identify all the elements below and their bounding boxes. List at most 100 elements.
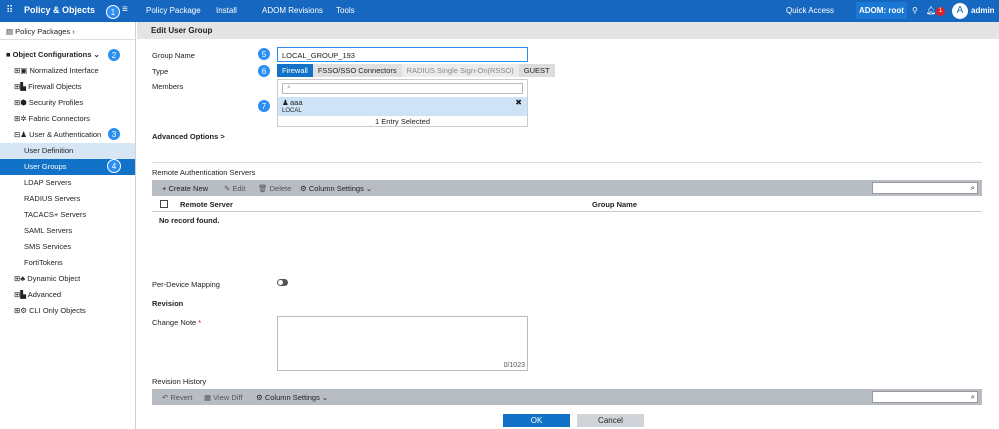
sidebar-item-ldap-servers[interactable]: LDAP Servers — [0, 175, 135, 191]
user-menu[interactable]: admin — [971, 6, 995, 15]
revision-column-settings-button[interactable]: ⚙ Column Settings ⌄ — [256, 393, 328, 402]
label: Firewall Objects — [28, 82, 82, 91]
sidebar-item-security-profiles[interactable]: ⊞⬢ Security Profiles — [0, 95, 135, 111]
label: User & Authentication — [29, 130, 102, 139]
label: View Diff — [213, 393, 243, 402]
remote-auth-title: Remote Authentication Servers — [152, 168, 256, 177]
notification-count: 1 — [936, 7, 945, 16]
sidebar-item-radius-servers[interactable]: RADIUS Servers — [0, 191, 135, 207]
remote-search-input[interactable]: ⌕ — [872, 182, 978, 194]
label: Policy Packages — [15, 27, 71, 36]
adom-selector[interactable]: ADOM: root — [856, 2, 907, 19]
revision-history-title: Revision History — [152, 377, 207, 386]
empty-message: No record found. — [159, 216, 220, 225]
bell-icon[interactable]: 🔔︎ — [926, 6, 936, 15]
selected-count: 1 Entry Selected — [374, 117, 431, 126]
sidebar-item-normalized-interface[interactable]: ⊞▣ Normalized Interface — [0, 63, 135, 79]
divider — [152, 162, 982, 163]
label: Column Settings — [264, 393, 320, 402]
menu-adom-revisions[interactable]: ADOM Revisions — [262, 6, 323, 15]
type-firewall[interactable]: Firewall — [277, 64, 313, 77]
search-icon: ⌕ — [970, 392, 975, 401]
avatar[interactable]: A — [952, 3, 968, 19]
label: Object Configurations — [12, 50, 92, 59]
type-fsso[interactable]: FSSO/SSO Connectors — [312, 64, 402, 77]
group-name-input[interactable]: LOCAL_GROUP_193 — [277, 47, 528, 62]
label: Column Settings — [308, 184, 364, 193]
step-badge-1: 1 — [106, 5, 120, 19]
sidebar-item-sms-services[interactable]: SMS Services — [0, 239, 135, 255]
advanced-options-toggle[interactable]: Advanced Options > — [152, 132, 225, 141]
remote-toolbar: + Create New ✎ Edit 🗑︎ Delete ⚙ Column S… — [152, 180, 982, 196]
members-selector: ⌕ ♟ aaa LOCAL ✖ 1 Entry Selected — [277, 79, 528, 127]
ok-button[interactable]: OK — [503, 414, 570, 427]
type-rsso[interactable]: RADIUS Single Sign-On(RSSO) — [401, 64, 519, 77]
label: Security Profiles — [28, 98, 84, 107]
menu-install[interactable]: Install — [216, 6, 237, 15]
sidebar-item-dynamic-object[interactable]: ⊞♣ Dynamic Object — [0, 271, 135, 287]
change-note-textarea[interactable]: 0/1023 — [277, 316, 528, 371]
menu-tools[interactable]: Tools — [336, 6, 355, 15]
label: Edit — [232, 184, 246, 193]
module-menu[interactable]: Policy & Objects — [24, 5, 95, 15]
step-badge-5: 5 — [257, 47, 271, 61]
label: Change Note — [152, 318, 197, 327]
step-badge-2: 2 — [107, 48, 121, 62]
step-badge-4: 4 — [107, 159, 121, 173]
member-entry[interactable]: ♟ aaa LOCAL ✖ — [278, 97, 527, 116]
label: Revert — [170, 393, 193, 402]
col-group-name[interactable]: Group Name — [592, 200, 637, 209]
type-selector: Firewall FSSO/SSO Connectors RADIUS Sing… — [277, 64, 555, 77]
sidebar-item-fortitokens[interactable]: FortiTokens — [0, 255, 135, 271]
per-device-mapping-label: Per-Device Mapping — [152, 280, 220, 289]
search-icon: ⌕ — [970, 183, 975, 192]
remove-member-icon[interactable]: ✖ — [515, 98, 522, 107]
group-name-label: Group Name — [152, 51, 195, 60]
sidebar-item-saml-servers[interactable]: SAML Servers — [0, 223, 135, 239]
members-label: Members — [152, 82, 184, 91]
change-note-label: Change Note * — [152, 318, 202, 327]
sidebar-item-tacacs-servers[interactable]: TACACS+ Servers — [0, 207, 135, 223]
column-settings-button[interactable]: ⚙ Column Settings ⌄ — [300, 184, 372, 193]
col-remote-server[interactable]: Remote Server — [180, 200, 233, 209]
sidebar-item-fabric-connectors[interactable]: ⊞✲ Fabric Connectors — [0, 111, 135, 127]
page-title: Edit User Group — [137, 22, 999, 39]
sidebar-item-advanced[interactable]: ⊞▙ Advanced — [0, 287, 135, 303]
revision-title: Revision — [152, 299, 184, 308]
label: Advanced — [27, 290, 62, 299]
quick-access-menu[interactable]: Quick Access — [786, 6, 834, 15]
apps-grid-icon[interactable]: ⠿ — [6, 5, 13, 16]
top-bar: ⠿ Policy & Objects ≡ Policy Package Inst… — [0, 0, 999, 22]
label: Normalized Interface — [29, 66, 99, 75]
view-diff-button[interactable]: ▦ View Diff — [204, 393, 243, 402]
hamburger-icon[interactable]: ≡ — [122, 4, 128, 15]
step-badge-7: 7 — [257, 99, 271, 113]
menu-policy-package[interactable]: Policy Package — [146, 6, 201, 15]
table-header: Remote Server Group Name — [152, 197, 982, 212]
select-all-checkbox[interactable] — [160, 200, 168, 208]
sidebar-item-cli-only-objects[interactable]: ⊞⚙ CLI Only Objects — [0, 303, 135, 319]
edit-button[interactable]: ✎ Edit — [224, 184, 245, 193]
label: Fabric Connectors — [28, 114, 90, 123]
user-group-icon: ♟ — [282, 98, 289, 107]
create-new-button[interactable]: + Create New — [162, 184, 208, 193]
type-guest[interactable]: GUEST — [518, 64, 555, 77]
member-name: aaa — [290, 98, 303, 107]
type-label: Type — [152, 67, 169, 76]
label: Delete — [269, 184, 292, 193]
sidebar-item-user-definition[interactable]: User Definition — [0, 143, 135, 159]
sidebar: ▤ Policy Packages › ■ Object Configurati… — [0, 22, 136, 429]
per-device-mapping-toggle[interactable] — [277, 279, 288, 286]
step-badge-3: 3 — [107, 127, 121, 141]
sidebar-policy-packages[interactable]: ▤ Policy Packages › — [0, 24, 135, 40]
delete-button[interactable]: 🗑︎ Delete — [258, 184, 291, 193]
revision-search-input[interactable]: ⌕ — [872, 391, 978, 403]
label: CLI Only Objects — [29, 306, 86, 315]
label: Dynamic Object — [27, 274, 81, 283]
revision-toolbar: ↶ Revert ▦ View Diff ⚙ Column Settings ⌄… — [152, 389, 982, 405]
members-search-input[interactable]: ⌕ — [282, 83, 523, 94]
sidebar-item-firewall-objects[interactable]: ⊞▙ Firewall Objects — [0, 79, 135, 95]
revert-button[interactable]: ↶ Revert — [162, 393, 192, 402]
wrench-icon[interactable]: ⚲ — [912, 6, 918, 15]
cancel-button[interactable]: Cancel — [577, 414, 644, 427]
